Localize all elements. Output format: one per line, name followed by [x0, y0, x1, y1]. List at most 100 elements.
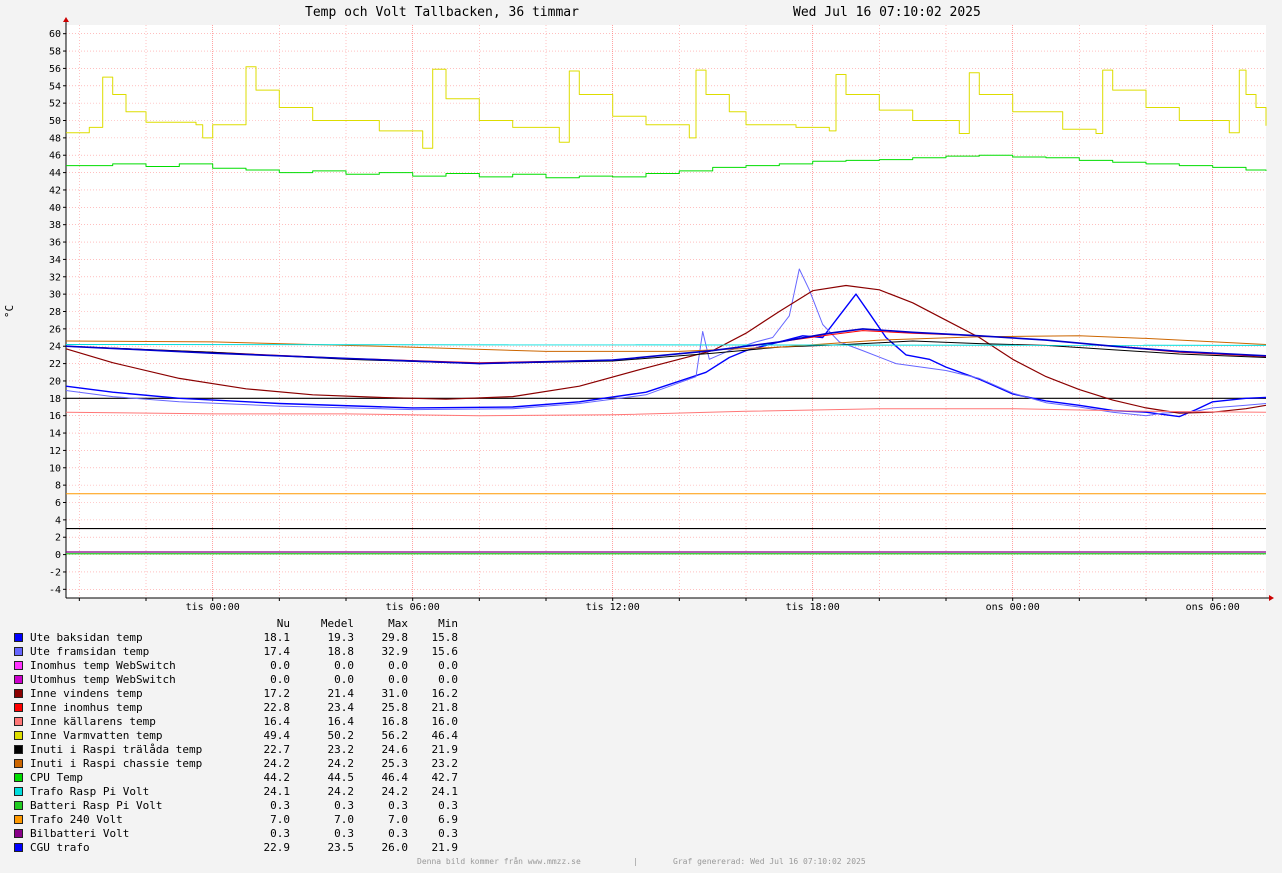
legend-series-name: CGU trafo [30, 841, 90, 854]
legend-series-name: Batteri Rasp Pi Volt [30, 799, 163, 812]
footer-source: Denna bild kommer från www.mmzz.se [417, 857, 581, 866]
legend-swatch [14, 773, 23, 782]
y-tick-label: 60 [49, 29, 61, 40]
legend-value: 16.4 [327, 715, 355, 728]
y-tick-label: 16 [49, 411, 61, 422]
legend-value: 22.8 [263, 701, 291, 714]
legend-value: 17.4 [263, 645, 291, 658]
legend-value: 15.8 [431, 631, 459, 644]
legend-value: 50.2 [327, 729, 355, 742]
legend-row: Inuti i Raspi chassie temp 24.2 24.2 25.3 23… [14, 757, 458, 771]
legend-row: CGU trafo 22.9 23.5 26.0 21.9 [14, 841, 458, 855]
legend-value: 0.0 [438, 673, 458, 686]
legend-series-name: Ute framsidan temp [30, 645, 150, 658]
legend-series-name: Inne källarens temp [30, 715, 156, 728]
y-tick-label: 28 [49, 307, 61, 318]
legend-col-nu: Nu [276, 617, 290, 630]
y-tick-label: 56 [49, 64, 61, 75]
legend-row: Inne Varmvatten temp 49.4 50.2 56.2 46.4 [14, 729, 458, 743]
y-tick-label: 46 [49, 151, 61, 162]
legend-series-name: Trafo Rasp Pi Volt [30, 785, 150, 798]
temperature-chart: 6058565452504846444240383634323028262422… [3, 17, 1274, 610]
legend-value: 15.6 [431, 645, 459, 658]
y-tick-label: 32 [49, 272, 61, 283]
legend-value: 21.9 [431, 841, 459, 854]
y-tick-label: 38 [49, 220, 61, 231]
legend-value: 23.2 [431, 757, 459, 770]
y-tick-label: 30 [49, 290, 61, 301]
x-tick-label: tis 18:00 [786, 602, 840, 610]
y-tick-label: 4 [55, 515, 61, 526]
legend-value: 44.5 [327, 771, 355, 784]
legend-value: 0.3 [270, 827, 290, 840]
legend-value: 22.7 [263, 743, 291, 756]
y-tick-label: 48 [49, 133, 61, 144]
legend-value: 46.4 [431, 729, 459, 742]
legend-value: 21.9 [431, 743, 459, 756]
legend-value: 0.3 [334, 827, 354, 840]
legend-swatch [14, 745, 23, 754]
legend-row: Ute framsidan temp 17.4 18.8 32.9 15.6 [14, 645, 458, 659]
legend-value: 7.0 [334, 813, 354, 826]
footer-separator: | [633, 857, 638, 866]
legend-value: 0.3 [334, 799, 354, 812]
legend-swatch [14, 661, 23, 670]
legend-series-name: Bilbatteri Volt [30, 827, 130, 840]
legend-value: 19.3 [327, 631, 355, 644]
legend-row: Inne inomhus temp 22.8 23.4 25.8 21.8 [14, 701, 458, 715]
legend-value: 16.4 [263, 715, 291, 728]
y-tick-label: 40 [49, 203, 61, 214]
legend-value: 0.3 [438, 827, 458, 840]
legend-value: 0.3 [270, 799, 290, 812]
legend-swatch [14, 731, 23, 740]
y-axis-label: °C [3, 305, 16, 318]
legend-swatch [14, 675, 23, 684]
legend-row: Utomhus temp WebSwitch 0.0 0.0 0.0 0.0 [14, 673, 458, 687]
legend-table: Nu Medel Max Min Ute baksidan temp 18.1 19… [14, 617, 458, 855]
y-tick-label: 26 [49, 324, 61, 335]
y-tick-label: 12 [49, 446, 61, 457]
legend-row: Trafo Rasp Pi Volt 24.1 24.2 24.2 24.1 [14, 785, 458, 799]
legend-value: 0.3 [438, 799, 458, 812]
legend-value: 16.2 [431, 687, 459, 700]
legend-swatch [14, 717, 23, 726]
legend-swatch [14, 633, 23, 642]
y-tick-label: 2 [55, 533, 61, 544]
y-tick-label: 18 [49, 394, 61, 405]
legend-value: 16.0 [431, 715, 459, 728]
x-tick-label: ons 00:00 [986, 602, 1040, 610]
x-tick-label: tis 00:00 [186, 602, 240, 610]
legend-series-name: Inuti i Raspi chassie temp [30, 757, 203, 770]
legend-value: 18.1 [263, 631, 291, 644]
legend-value: 17.2 [263, 687, 291, 700]
legend-value: 21.4 [327, 687, 355, 700]
y-tick-label: 10 [49, 463, 61, 474]
x-axis-arrow [1269, 595, 1274, 601]
y-tick-label: 8 [55, 481, 61, 492]
y-tick-label: 20 [49, 376, 61, 387]
legend-swatch [14, 787, 23, 796]
y-tick-label: 24 [49, 342, 61, 353]
legend-series-name: Inne inomhus temp [30, 701, 143, 714]
footer-generated: Graf genererad: Wed Jul 16 07:10:02 2025 [673, 857, 866, 866]
legend-value: 24.2 [327, 757, 355, 770]
legend-swatch [14, 689, 23, 698]
legend-value: 42.7 [431, 771, 459, 784]
legend-value: 22.9 [263, 841, 291, 854]
legend-value: 24.1 [431, 785, 459, 798]
legend-value: 23.5 [327, 841, 355, 854]
legend-value: 24.2 [327, 785, 355, 798]
legend-row: Inomhus temp WebSwitch 0.0 0.0 0.0 0.0 [14, 659, 458, 673]
y-tick-label: -2 [49, 567, 61, 578]
y-tick-label: 36 [49, 238, 61, 249]
legend-row: CPU Temp 44.2 44.5 46.4 42.7 [14, 771, 458, 785]
y-tick-label: 54 [49, 81, 61, 92]
legend-value: 0.0 [270, 659, 290, 672]
legend-row: Ute baksidan temp 18.1 19.3 29.8 15.8 [14, 631, 458, 645]
legend-value: 44.2 [263, 771, 291, 784]
legend-swatch [14, 647, 23, 656]
legend-value: 21.8 [431, 701, 459, 714]
y-tick-label: 34 [49, 255, 61, 266]
legend-row: Inuti i Raspi trälåda temp 22.7 23.2 24.6 21… [14, 743, 458, 757]
legend-series-name: Ute baksidan temp [30, 631, 143, 644]
